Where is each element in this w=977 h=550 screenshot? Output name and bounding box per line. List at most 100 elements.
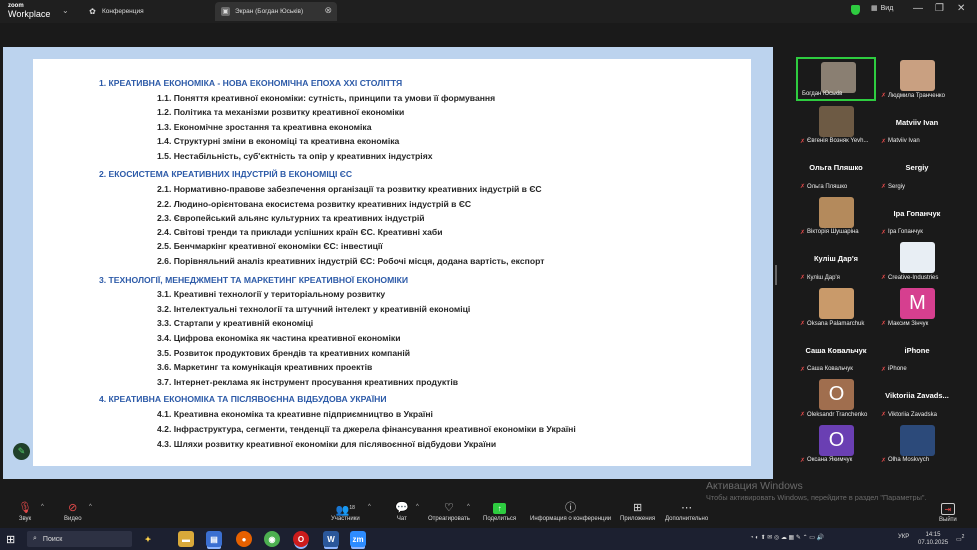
mic-muted-icon: ✗ bbox=[881, 93, 887, 99]
copilot-icon[interactable]: ✦ bbox=[140, 531, 156, 547]
section-item: 1.2. Політика та механізми розвитку креа… bbox=[157, 107, 405, 117]
participant-tile[interactable]: M ✗ Максим Зінчук bbox=[877, 285, 957, 329]
participant-tile[interactable]: ✗ Вікторія Шушаріна bbox=[796, 194, 876, 238]
participant-name: Куліш Дар'я bbox=[807, 274, 840, 281]
video-options-chevron-icon[interactable]: ^ bbox=[89, 504, 92, 510]
participant-tile[interactable]: Ольга Пляшко ✗ Ольга Пляшко bbox=[796, 148, 876, 192]
participant-name: Ольга Пляшко bbox=[807, 183, 848, 190]
security-shield-icon[interactable] bbox=[851, 5, 860, 15]
video-button[interactable]: ⊘ Видео bbox=[64, 501, 82, 522]
more-label: Дополнительно bbox=[665, 516, 709, 522]
participant-name-tag: ✗ Creative-Industries bbox=[881, 274, 938, 282]
react-chevron-icon[interactable]: ^ bbox=[467, 504, 470, 510]
windows-taskbar: ⊞ ⌕ Поиск ✦ ▬ ▤ ● ◉ O W zm ◔ ◐ ⬆ ✉ ◎ ☁ ▦… bbox=[0, 528, 977, 550]
participant-name-tag: ✗ Вікторія Шушаріна bbox=[800, 229, 859, 236]
word-icon[interactable]: W bbox=[323, 531, 339, 547]
participant-tile[interactable]: Іра Гопанчук ✗ Іра Гопанчук bbox=[877, 194, 957, 238]
windows-start-icon[interactable]: ⊞ bbox=[6, 533, 15, 546]
participant-tile[interactable]: ✗ Olha Moskvych bbox=[877, 422, 957, 466]
menu-chevron-icon[interactable]: ⌄ bbox=[62, 6, 69, 15]
audio-button[interactable]: 🎙 Звук bbox=[18, 501, 32, 522]
participant-name: Богдан Юськів bbox=[802, 91, 843, 97]
mic-muted-icon: ✗ bbox=[800, 138, 806, 145]
close-window-icon[interactable]: ✕ bbox=[957, 3, 965, 14]
participants-button[interactable]: 👥18 Участники bbox=[331, 501, 360, 522]
mic-muted-icon: ✗ bbox=[800, 457, 806, 464]
annotate-pen-icon[interactable]: ✎ bbox=[13, 443, 30, 460]
zoom-logo: zoom Workplace bbox=[8, 2, 51, 19]
more-button[interactable]: ⋯ Дополнительно bbox=[665, 501, 708, 522]
participant-photo bbox=[900, 242, 935, 274]
firefox-icon[interactable]: ● bbox=[236, 531, 252, 547]
clock[interactable]: 14:15 07.10.2025 bbox=[918, 531, 948, 547]
view-menu[interactable]: ▦ Вид bbox=[871, 4, 893, 13]
brand-bottom: Workplace bbox=[8, 9, 51, 19]
participant-display-name: iPhone bbox=[904, 345, 930, 355]
participant-name: Оксана Якимчук bbox=[807, 457, 853, 464]
participant-tile[interactable]: Богдан Юськів bbox=[796, 57, 876, 101]
taskbar-search[interactable]: ⌕ Поиск bbox=[27, 531, 132, 547]
chat-button[interactable]: 💬 Чат bbox=[395, 501, 409, 522]
mic-muted-icon: ✗ bbox=[800, 366, 806, 373]
participants-chevron-icon[interactable]: ^ bbox=[368, 504, 371, 510]
file-explorer-icon[interactable]: ▬ bbox=[178, 531, 194, 547]
language-indicator[interactable]: УКР bbox=[898, 534, 909, 540]
participant-tile[interactable]: O ✗ Оксана Якимчук bbox=[796, 422, 876, 466]
section-item: 2.2. Людино-орієнтована екосистема розви… bbox=[157, 199, 472, 209]
search-placeholder: Поиск bbox=[42, 535, 63, 543]
participant-tile[interactable]: ✗ Людмила Транченко bbox=[877, 57, 957, 101]
participant-tile[interactable]: Куліш Дар'я ✗ Куліш Дар'я bbox=[796, 239, 876, 283]
mic-muted-icon: ✗ bbox=[800, 321, 806, 327]
leave-label: Выйти bbox=[939, 517, 957, 523]
close-tab-icon[interactable]: ⊗ bbox=[324, 5, 332, 16]
tab-meeting[interactable]: ✿ Конференция bbox=[82, 2, 212, 21]
participant-name: Oleksandr Tranchenko bbox=[807, 411, 868, 418]
chat-chevron-icon[interactable]: ^ bbox=[416, 504, 419, 510]
section-item: 3.7. Інтернет-реклама як інструмент прос… bbox=[157, 377, 459, 387]
participant-tile[interactable]: O ✗ Oleksandr Tranchenko bbox=[796, 376, 876, 420]
participant-tile[interactable]: ✗ Creative-Industries bbox=[877, 239, 957, 283]
calculator-app-icon[interactable]: ▤ bbox=[206, 531, 222, 547]
section-title: 2. ЕКОСИСТЕМА КРЕАТИВНИХ ІНДУСТРІЙ В ЕКО… bbox=[99, 169, 353, 179]
section-item: 1.1. Поняття креативної економіки: сутні… bbox=[157, 93, 496, 103]
participant-tile[interactable]: Viktoriia Zavads... ✗ Viktoriia Zavadska bbox=[877, 376, 957, 420]
participant-name-tag: ✗ Саша Ковальчук bbox=[800, 366, 853, 373]
chat-icon: 💬 bbox=[395, 502, 409, 514]
meeting-info-button[interactable]: ⓘ Информация о конференции bbox=[530, 501, 611, 522]
share-label: Поделиться bbox=[483, 516, 517, 522]
tray-icons[interactable]: ◔ ◐ ⬆ ✉ ◎ ☁ ▦ ✎ ⌃ ▭ 🔊 bbox=[750, 534, 824, 541]
section-item: 4.3. Шляхи розвитку креативної економіки… bbox=[157, 439, 497, 449]
participant-name-tag: ✗ Іра Гопанчук bbox=[881, 229, 923, 236]
share-button[interactable]: ↑ Поделиться bbox=[483, 501, 516, 522]
notifications-icon[interactable]: ▭2 bbox=[956, 534, 964, 543]
apps-button[interactable]: ⊞ Приложения bbox=[620, 501, 655, 522]
participant-name: Oksana Palamarchuk bbox=[807, 320, 865, 327]
participant-display-name: Viktoriia Zavads... bbox=[885, 391, 949, 401]
zoom-taskbar-icon[interactable]: zm bbox=[350, 531, 366, 547]
section-item: 1.4. Структурні зміни в економіці та кре… bbox=[157, 136, 400, 146]
restore-icon[interactable]: ❐ bbox=[935, 3, 944, 14]
chrome-icon[interactable]: ◉ bbox=[264, 531, 280, 547]
leave-button[interactable]: ⇥ Выйти bbox=[939, 501, 957, 523]
participant-tile[interactable]: Саша Ковальчук ✗ Саша Ковальчук bbox=[796, 331, 876, 375]
participant-tile[interactable]: Matviiv Ivan ✗ Matviiv Ivan bbox=[877, 103, 957, 147]
participant-tile[interactable]: Sergiy ✗ Sergiy bbox=[877, 148, 957, 192]
panel-resize-handle[interactable] bbox=[775, 265, 777, 285]
video-label: Видео bbox=[64, 516, 82, 522]
participant-name: Sergiy bbox=[888, 183, 906, 190]
participant-display-name: Sergiy bbox=[905, 163, 929, 173]
participant-tile[interactable]: ✗ Oksana Palamarchuk bbox=[796, 285, 876, 329]
participant-tile[interactable]: ✗ Євгенія Возняк Yevh... bbox=[796, 103, 876, 147]
react-button[interactable]: ♡ Отреагировать bbox=[428, 501, 470, 522]
minimize-icon[interactable]: — bbox=[913, 3, 923, 14]
participant-name-tag: ✗ Максим Зінчук bbox=[881, 320, 928, 328]
audio-options-chevron-icon[interactable]: ^ bbox=[41, 504, 44, 510]
participant-tile[interactable]: iPhone ✗ iPhone bbox=[877, 331, 957, 375]
presentation-slide: 1. КРЕАТИВНА ЕКОНОМІКА - НОВА ЕКОНОМІЧНА… bbox=[33, 59, 751, 466]
opera-icon[interactable]: O bbox=[293, 531, 309, 547]
mic-muted-icon: ✗ bbox=[881, 275, 887, 282]
tab-screen-share[interactable]: ▣ Экран (Богдан Юськів) ⊗ bbox=[215, 2, 337, 21]
screen-icon: ▣ bbox=[221, 7, 230, 16]
participant-name-tag: ✗ Sergiy bbox=[881, 183, 906, 191]
section-title: 3. ТЕХНОЛОГІЇ, МЕНЕДЖМЕНТ ТА МАРКЕТИНГ К… bbox=[99, 275, 409, 285]
